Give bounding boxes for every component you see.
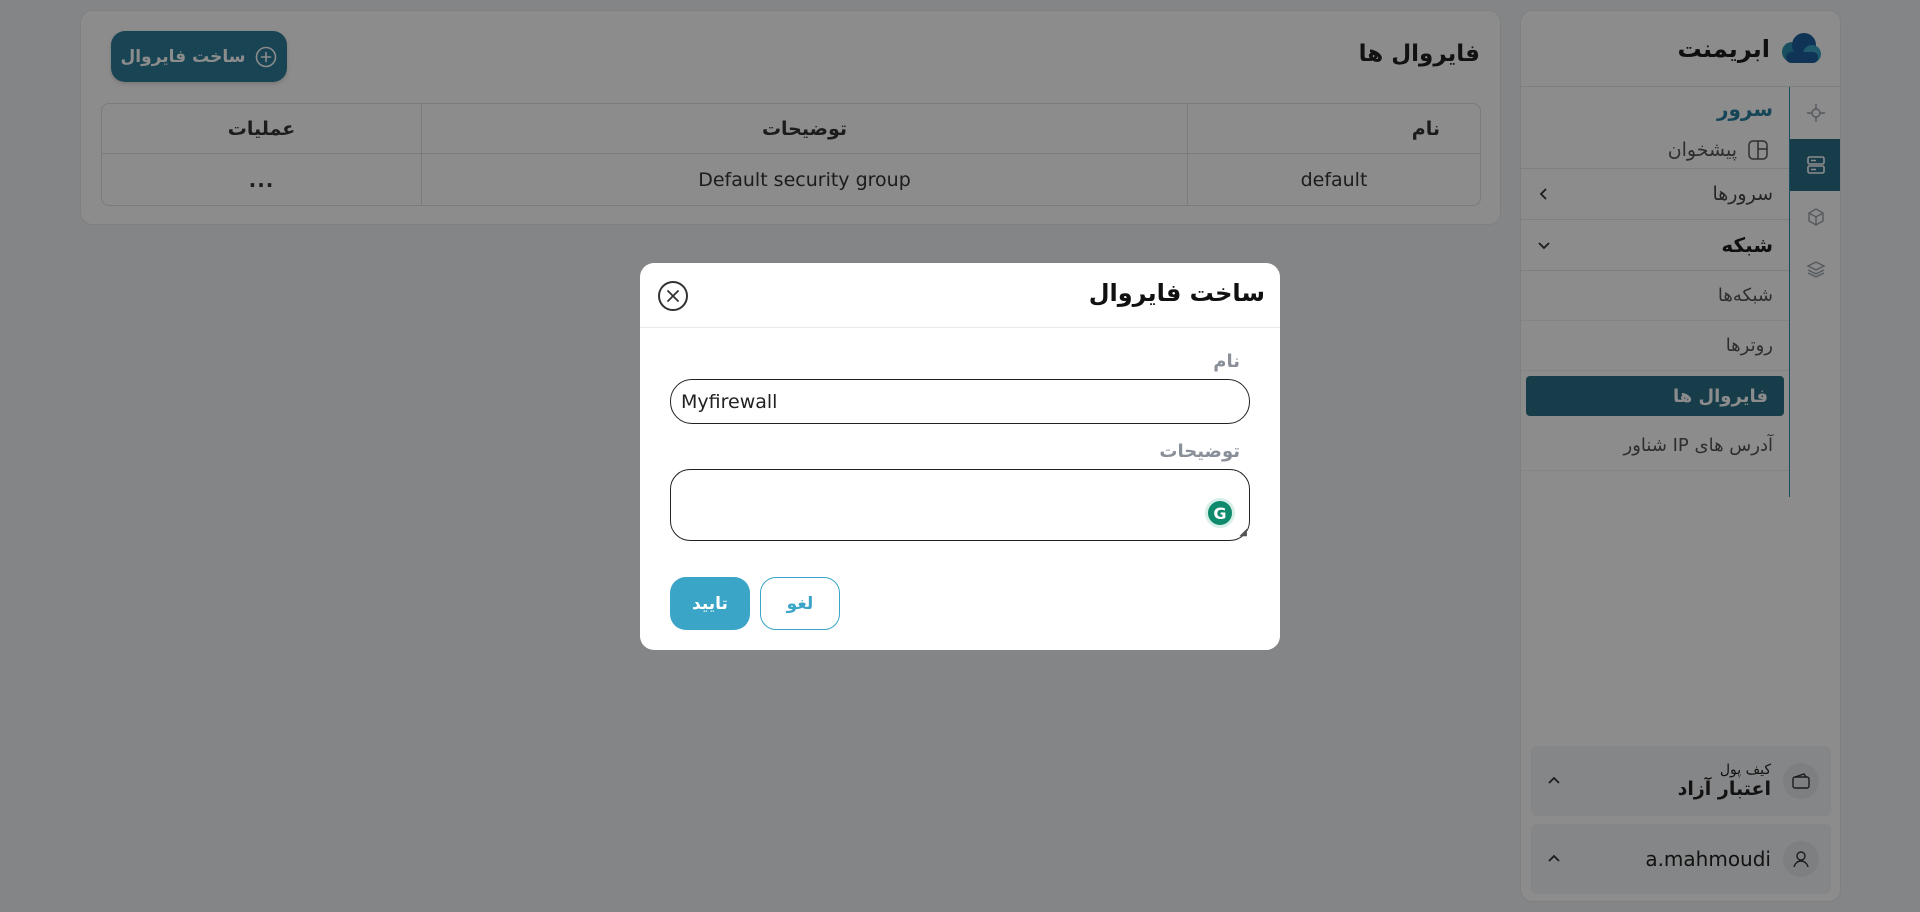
description-textarea[interactable]: G ◢ xyxy=(670,469,1250,541)
dialog-title: ساخت فایروال xyxy=(1088,279,1265,307)
description-field-label: توضیحات xyxy=(1159,441,1240,462)
confirm-button[interactable]: تایید xyxy=(670,577,750,630)
cancel-button[interactable]: لغو xyxy=(760,577,840,630)
name-field-label: نام xyxy=(1213,351,1240,372)
close-button[interactable] xyxy=(658,281,688,311)
dialog-header: ساخت فایروال xyxy=(640,263,1280,328)
close-icon xyxy=(667,290,679,302)
grammarly-icon[interactable]: G xyxy=(1205,498,1235,528)
resize-handle-icon[interactable]: ◢ xyxy=(1239,527,1247,538)
name-input[interactable] xyxy=(670,379,1250,424)
create-firewall-dialog: ساخت فایروال نام توضیحات G ◢ لغو تایید xyxy=(640,263,1280,650)
